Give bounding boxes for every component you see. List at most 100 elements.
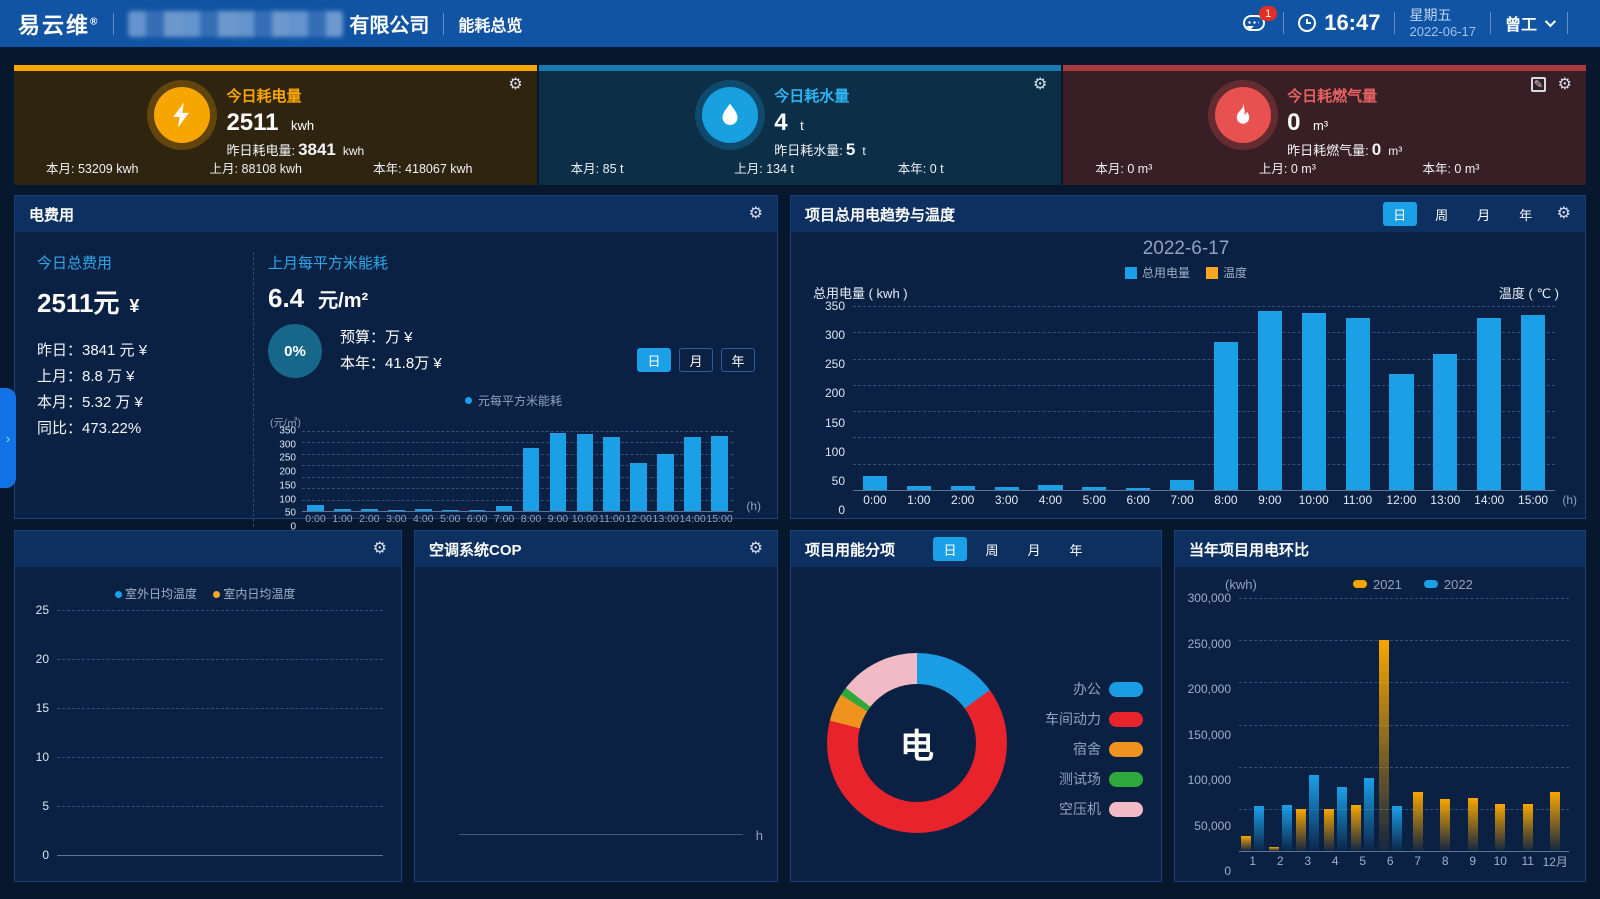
kpi-card-water: ⚙ 今日耗水量 4 t 昨日耗水量:5t 本月: 85 t <box>539 65 1062 185</box>
budget-progress-circle: 0% <box>268 324 322 378</box>
top-nav-bar: 易云维® 有限公司 能耗总览 1 16:47 星期五 2022-06-17 曾工 <box>0 0 1600 47</box>
kpi-card-row: ⚙ 今日耗电量 2511 kwh 昨日耗电量:3841kwh 本月: <box>14 65 1586 185</box>
kpi-title: 今日耗燃气量 <box>1287 85 1402 106</box>
messages-button[interactable]: 1 <box>1243 15 1265 31</box>
gear-icon[interactable]: ⚙ <box>373 541 387 557</box>
clock-icon <box>1298 14 1316 32</box>
sqm-value: 6.4 <box>268 283 304 313</box>
panel-energy-breakdown: 项目用能分项 日 周 月 年 电 办公 车间动力 宿舍 测试场 <box>790 530 1162 882</box>
legend-dot <box>213 591 220 598</box>
kpi-title: 今日耗电量 <box>226 85 364 106</box>
divider <box>443 13 444 35</box>
current-time: 16:47 <box>1324 10 1380 36</box>
kpi-yesterday: 昨日耗电量:3841kwh <box>226 140 364 160</box>
trend-legend: 总用电量 温度 <box>813 264 1559 281</box>
legend-item: 宿舍 <box>1045 739 1143 759</box>
legend-outdoor: 室外日均温度 <box>115 585 197 602</box>
flame-icon <box>1215 87 1271 143</box>
kpi-stats-row: 本月: 85 t 上月: 134 t 本年: 0 t <box>539 158 1062 177</box>
tab-day[interactable]: 日 <box>933 537 967 561</box>
gear-icon[interactable]: ⚙ <box>749 206 763 222</box>
legend-2022: 2022 <box>1424 577 1473 592</box>
currency: ¥ <box>129 296 139 316</box>
kpi-value: 4 <box>774 109 787 136</box>
divider <box>1567 12 1568 34</box>
cost-yesterday: 昨日：3841 元 ¥ <box>37 338 249 364</box>
tab-day[interactable]: 日 <box>637 348 671 372</box>
date-display: 星期五 2022-06-17 <box>1409 7 1476 39</box>
sidebar-expander[interactable]: › <box>0 388 16 488</box>
dashed-divider <box>253 252 254 527</box>
legend-power: 总用电量 <box>1125 264 1190 281</box>
donut-legend: 办公 车间动力 宿舍 测试场 空压机 <box>1045 679 1143 819</box>
right-axis-label: 温度 ( ℃ ) <box>1499 283 1559 302</box>
kpi-card-electricity: ⚙ 今日耗电量 2511 kwh 昨日耗电量:3841kwh 本月: <box>14 65 537 185</box>
cost-last-month: 上月：8.8 万 ¥ <box>37 364 249 390</box>
divider <box>1283 12 1284 34</box>
lightning-icon <box>154 87 210 143</box>
tab-month[interactable]: 月 <box>1017 537 1051 561</box>
kpi-value: 0 <box>1287 109 1300 136</box>
legend-swatch <box>1109 682 1143 697</box>
panel-title: 空调系统COP <box>429 539 522 560</box>
gear-icon[interactable]: ⚙ <box>1557 206 1571 222</box>
legend-swatch <box>1125 267 1137 279</box>
kpi-stats-row: 本月: 53209 kwh 上月: 88108 kwh 本年: 418067 k… <box>14 158 537 177</box>
period-tabs: 日 月 年 <box>637 348 755 372</box>
budget-line: 预算：万 ¥ <box>340 325 442 351</box>
user-menu[interactable]: 曾工 <box>1505 11 1553 35</box>
legend-dot <box>465 397 472 404</box>
tab-month[interactable]: 月 <box>1467 202 1501 226</box>
donut-center-label: 电 <box>858 684 976 802</box>
tab-day[interactable]: 日 <box>1383 202 1417 226</box>
stat-month: 本月: 85 t <box>571 158 735 177</box>
sqm-unit: 元/m² <box>318 290 368 312</box>
x-axis-line <box>459 834 743 835</box>
tab-week[interactable]: 周 <box>975 537 1009 561</box>
legend-2021: 2021 <box>1353 577 1402 592</box>
stat-month: 本月: 53209 kwh <box>46 158 210 177</box>
period-tabs: 日 周 月 年 <box>1383 202 1543 226</box>
tab-year[interactable]: 年 <box>721 348 755 372</box>
divider <box>1490 12 1491 34</box>
card-accent-bar <box>14 65 537 71</box>
panel-power-trend: 项目总用电趋势与温度 日 周 月 年 ⚙ 2022-6-17 总用电量 温度 <box>790 195 1586 519</box>
panel-temperature: ⚙ 室外日均温度 室内日均温度 0510152025 <box>14 530 402 882</box>
nav-energy-overview[interactable]: 能耗总览 <box>458 12 522 36</box>
user-name: 曾工 <box>1505 11 1537 35</box>
power-trend-chart: 050100150200250300350 0:001:002:003:004:… <box>813 306 1555 510</box>
donut-chart: 电 <box>827 653 1007 833</box>
chevron-down-icon <box>1545 16 1556 27</box>
tab-month[interactable]: 月 <box>679 348 713 372</box>
card-accent-bar <box>539 65 1062 71</box>
kpi-value: 2511 <box>226 109 278 136</box>
stat-year: 本年: 0 t <box>898 158 1062 177</box>
legend-swatch <box>1109 742 1143 757</box>
panel-title: 当年项目用电环比 <box>1189 539 1309 560</box>
legend-swatch <box>1206 267 1218 279</box>
cost-chart-legend: 元每平方米能耗 <box>268 392 759 409</box>
tab-year[interactable]: 年 <box>1059 537 1093 561</box>
chart-date-title: 2022-6-17 <box>813 238 1559 260</box>
legend-item: 车间动力 <box>1045 709 1143 729</box>
tab-year[interactable]: 年 <box>1509 202 1543 226</box>
x-unit-label: h <box>756 828 763 843</box>
brand-logo: 易云维® <box>18 8 99 40</box>
today-cost-label: 今日总费用 <box>37 252 249 273</box>
legend-swatch <box>1424 580 1438 588</box>
tab-week[interactable]: 周 <box>1425 202 1459 226</box>
panel-electricity-cost: 电费用 ⚙ 今日总费用 2511元¥ 昨日：3841 元 ¥ 上月：8.8 万 … <box>14 195 778 519</box>
stat-last-month: 上月: 134 t <box>734 158 898 177</box>
kpi-unit: t <box>800 118 804 133</box>
stat-year: 本年: 0 m³ <box>1422 158 1586 177</box>
legend-item: 测试场 <box>1045 769 1143 789</box>
cost-this-month: 本月：5.32 万 ¥ <box>37 390 249 416</box>
cop-chart: h <box>415 567 777 881</box>
x-unit-label: (h) <box>746 499 761 513</box>
today-cost-value: 2511元 <box>37 288 119 318</box>
company-suffix: 有限公司 <box>349 9 429 38</box>
gear-icon[interactable]: ⚙ <box>749 541 763 557</box>
kpi-stats-row: 本月: 0 m³ 上月: 0 m³ 本年: 0 m³ <box>1063 158 1586 177</box>
stat-last-month: 上月: 0 m³ <box>1259 158 1423 177</box>
panel-title: 项目总用电趋势与温度 <box>805 204 955 225</box>
